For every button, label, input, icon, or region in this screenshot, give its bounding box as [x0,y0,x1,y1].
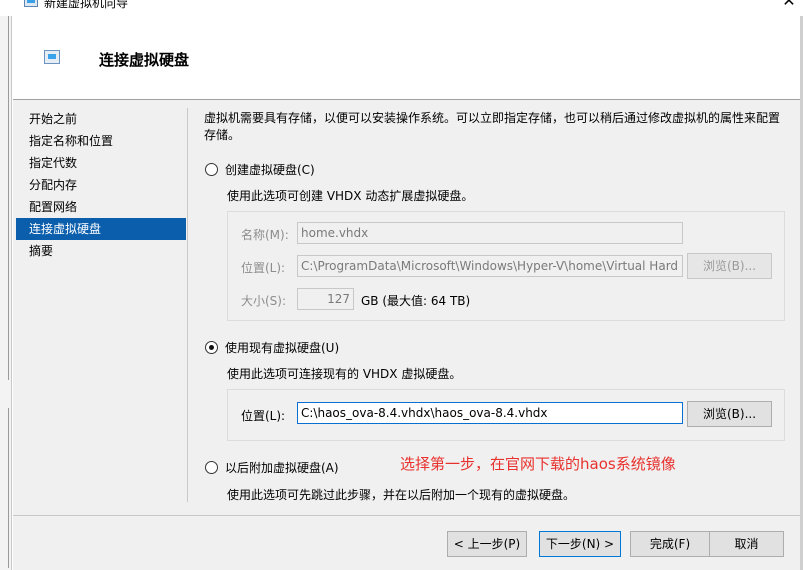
vm-icon [24,0,38,7]
previous-button[interactable]: < 上一步(P) [447,531,527,557]
size-label: 大小(S): [241,294,287,308]
nav-item-network[interactable]: 配置网络 [16,196,186,218]
nav-item-before-you-begin[interactable]: 开始之前 [16,108,186,130]
left-frame-edge [0,16,12,570]
nav-item-connect-disk[interactable]: 连接虚拟硬盘 [16,218,186,240]
disk-icon [44,50,60,64]
cancel-button[interactable]: 取消 [709,531,784,557]
wizard-header: 连接虚拟硬盘 [13,16,800,100]
annotation-text: 选择第一步，在官网下载的haos系统镜像 [400,455,676,473]
window-title: 新建虚拟机向导 [44,0,129,10]
close-icon[interactable]: ✕ [776,0,802,12]
title-bar: 新建虚拟机向导 ✕ [0,0,803,16]
existing-disk-label[interactable]: 使用现有虚拟硬盘(U) [225,339,339,356]
create-disk-group: 名称(M): home.vhdx 位置(L): C:\ProgramData\M… [227,211,785,321]
page-title: 连接虚拟硬盘 [99,51,190,69]
nav-item-memory[interactable]: 分配内存 [16,174,186,196]
size-unit: GB (最大值: 64 TB) [361,294,471,308]
existing-location-input[interactable]: C:\haos_ova-8.4.vhdx\haos_ova-8.4.vhdx [297,402,683,424]
finish-button[interactable]: 完成(F) [630,531,710,557]
create-location-input[interactable]: C:\ProgramData\Microsoft\Windows\Hyper-V… [297,255,683,277]
attach-later-hint: 使用此选项可先跳过此步骤，并在以后附加一个现有的虚拟硬盘。 [227,488,576,502]
nav-item-name-location[interactable]: 指定名称和位置 [16,130,186,152]
create-disk-radio[interactable] [205,163,218,176]
size-input[interactable]: 127 [297,288,354,310]
next-button[interactable]: 下一步(N) > [539,531,621,557]
nav-divider [187,108,188,502]
create-disk-hint: 使用此选项可创建 VHDX 动态扩展虚拟硬盘。 [227,189,474,203]
attach-later-label[interactable]: 以后附加虚拟硬盘(A) [225,459,339,476]
existing-disk-hint: 使用此选项可连接现有的 VHDX 虚拟硬盘。 [227,367,462,381]
nav-item-generation[interactable]: 指定代数 [16,152,186,174]
attach-later-radio[interactable] [205,461,218,474]
nav-item-summary[interactable]: 摘要 [16,240,186,262]
location-label-disabled: 位置(L): [241,261,286,275]
existing-location-label: 位置(L): [241,409,286,423]
name-label: 名称(M): [241,228,289,242]
create-browse-button[interactable]: 浏览(B)... [687,253,772,279]
existing-browse-button[interactable]: 浏览(B)... [687,401,772,427]
create-disk-label[interactable]: 创建虚拟硬盘(C) [225,161,315,178]
existing-disk-group: 位置(L): C:\haos_ova-8.4.vhdx\haos_ova-8.4… [227,389,785,441]
page-description: 虚拟机需要具有存储，以便可以安装操作系统。可以立即指定存储，也可以稍后通过修改虚… [204,111,781,142]
wizard-nav: 开始之前 指定名称和位置 指定代数 分配内存 配置网络 连接虚拟硬盘 摘要 [16,108,186,262]
existing-disk-radio[interactable] [205,341,218,354]
name-input[interactable]: home.vhdx [297,222,683,244]
